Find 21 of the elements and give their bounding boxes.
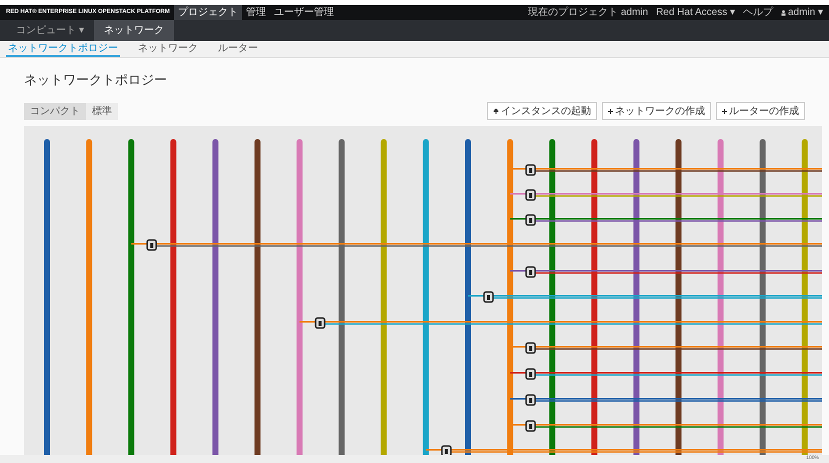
section-tab[interactable]: ネットワーク [94, 20, 174, 41]
action-button[interactable]: インスタンスの起動 [487, 102, 597, 120]
page-title: ネットワークトポロジー [24, 71, 168, 89]
cloud-icon [493, 108, 499, 114]
top-nav-tab[interactable]: 管理 [242, 5, 270, 20]
action-button[interactable]: ルーターの作成 [716, 102, 805, 120]
plus-icon [722, 108, 727, 114]
help-link[interactable]: ヘルプ [742, 5, 773, 20]
top-nav-tab[interactable]: ユーザー管理 [270, 5, 338, 20]
top-nav-tab[interactable]: プロジェクト [174, 5, 242, 20]
action-button[interactable]: ネットワークの作成 [602, 102, 711, 120]
view-toggle-button[interactable]: 標準 [86, 102, 118, 120]
section-tab[interactable]: コンピュート ▾ [6, 20, 94, 41]
project-menu[interactable]: 現在のプロジェクト admin [528, 5, 648, 20]
user-icon [780, 10, 786, 16]
view-toggle-button[interactable]: コンパクト [24, 102, 86, 120]
access-menu[interactable]: Red Hat Access ▾ [656, 5, 735, 20]
sub-tab[interactable]: ルーター [216, 41, 260, 57]
user-menu[interactable]: admin ▾ [780, 5, 823, 20]
plus-icon [608, 108, 613, 114]
sub-tab[interactable]: ネットワーク [136, 41, 200, 57]
